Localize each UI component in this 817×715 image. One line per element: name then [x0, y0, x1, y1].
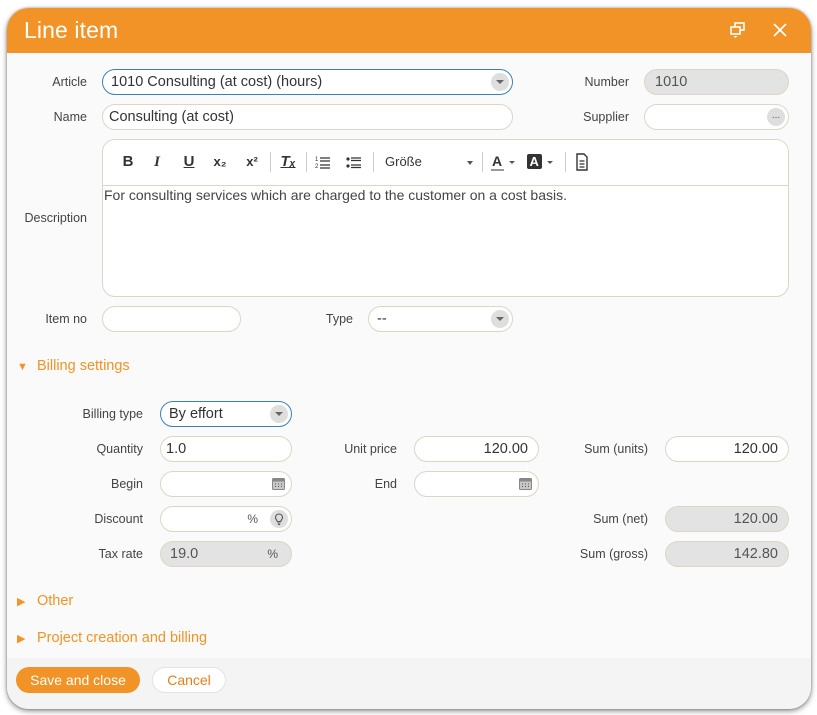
type-select[interactable]: -- [368, 306, 513, 332]
calendar-icon[interactable] [519, 478, 532, 490]
description-editor[interactable]: B I U x₂ x² Tₓ 1 2 Größe A A For consult… [102, 139, 789, 297]
billing-settings-toggle[interactable]: ▼ Billing settings [17, 358, 130, 374]
font-size-label: Größe [385, 154, 422, 169]
sum-units-input[interactable]: 120.00 [665, 436, 789, 462]
discount-label: Discount [94, 512, 143, 526]
unit-price-input[interactable]: 120.00 [414, 436, 539, 462]
font-size-select[interactable]: Größe [385, 152, 473, 172]
chevron-down-icon [467, 161, 473, 165]
article-select[interactable]: 1010 Consulting (at cost) (hours) [102, 69, 513, 95]
description-label: Description [24, 211, 87, 225]
svg-text:1: 1 [315, 157, 319, 163]
editor-toolbar: B I U x₂ x² Tₓ 1 2 Größe A A [103, 140, 788, 186]
description-text[interactable]: For consulting services which are charge… [103, 187, 568, 203]
caret-right-icon: ▶ [17, 596, 26, 608]
sum-net-label: Sum (net) [593, 512, 648, 526]
billing-type-select[interactable]: By effort [160, 401, 292, 427]
article-value: 1010 Consulting (at cost) (hours) [111, 74, 323, 90]
quantity-value: 1.0 [166, 441, 187, 457]
toolbar-separator [565, 152, 566, 172]
line-item-dialog: Line item Article 1010 Consulting (at co… [7, 8, 811, 709]
tax-rate-field: 19.0 % [160, 541, 292, 567]
numbered-list-icon[interactable]: 1 2 [315, 152, 331, 172]
bullet-list-icon[interactable] [346, 152, 362, 172]
cancel-button[interactable]: Cancel [152, 667, 226, 693]
save-and-close-button[interactable]: Save and close [16, 667, 140, 693]
discount-unit: % [247, 512, 258, 526]
toolbar-separator [306, 152, 307, 172]
billing-type-value: By effort [169, 406, 223, 422]
sum-net-field: 120.00 [665, 506, 789, 532]
chevron-down-icon[interactable] [270, 405, 288, 423]
billing-type-label: Billing type [82, 407, 143, 421]
svg-text:2: 2 [315, 164, 319, 170]
item-no-label: Item no [45, 312, 87, 326]
name-input[interactable]: Consulting (at cost) [102, 104, 513, 130]
billing-settings-label: Billing settings [37, 358, 130, 374]
superscript-button[interactable]: x² [242, 152, 262, 172]
toolbar-separator [482, 152, 483, 172]
discount-input[interactable]: % [160, 506, 292, 532]
unit-price-value: 120.00 [483, 441, 528, 457]
other-label: Other [37, 593, 74, 609]
project-creation-label: Project creation and billing [37, 630, 208, 646]
item-no-input[interactable] [102, 306, 241, 332]
unit-price-label: Unit price [344, 442, 397, 456]
end-date-input[interactable] [414, 471, 539, 497]
begin-date-input[interactable] [160, 471, 292, 497]
restore-window-icon[interactable] [728, 20, 748, 40]
name-label: Name [53, 110, 87, 124]
name-value: Consulting (at cost) [109, 109, 234, 125]
lightbulb-icon[interactable] [270, 510, 288, 528]
chevron-down-icon[interactable] [491, 73, 509, 91]
svg-text:A: A [492, 153, 502, 169]
dialog-titlebar: Line item [7, 8, 811, 53]
quantity-label: Quantity [96, 442, 143, 456]
close-icon[interactable] [770, 20, 790, 40]
clear-format-button[interactable]: Tₓ [278, 152, 298, 172]
calendar-icon[interactable] [272, 478, 285, 490]
supplier-label: Supplier [583, 110, 629, 124]
background-color-icon[interactable]: A [527, 152, 557, 172]
dialog-footer: Save and close Cancel [7, 658, 811, 709]
more-options-icon[interactable]: ... [767, 108, 785, 126]
quantity-input[interactable]: 1.0 [160, 436, 292, 462]
chevron-down-icon[interactable] [491, 310, 509, 328]
sum-units-value: 120.00 [733, 441, 778, 457]
begin-label: Begin [111, 477, 143, 491]
underline-button[interactable]: U [182, 152, 196, 172]
sum-gross-field: 142.80 [665, 541, 789, 567]
italic-button[interactable]: I [150, 152, 164, 172]
number-field: 1010 [644, 69, 789, 95]
number-label: Number [584, 75, 629, 89]
type-value: -- [377, 311, 387, 327]
tax-rate-value: 19.0 [170, 546, 199, 562]
dialog-title: Line item [24, 17, 119, 43]
article-label: Article [52, 75, 87, 89]
caret-down-icon: ▼ [17, 361, 28, 373]
source-document-icon[interactable] [575, 152, 589, 172]
subscript-button[interactable]: x₂ [210, 152, 230, 172]
text-color-icon[interactable]: A [491, 152, 519, 172]
sum-units-label: Sum (units) [584, 442, 648, 456]
toolbar-separator [270, 152, 271, 172]
project-creation-toggle[interactable]: ▶ Project creation and billing [17, 630, 207, 646]
number-value: 1010 [655, 74, 688, 90]
tax-rate-label: Tax rate [98, 547, 143, 561]
bold-button[interactable]: B [121, 152, 135, 172]
sum-gross-value: 142.80 [733, 546, 778, 562]
other-toggle[interactable]: ▶ Other [17, 593, 73, 609]
toolbar-separator [373, 152, 374, 172]
end-label: End [374, 477, 397, 491]
caret-right-icon: ▶ [17, 633, 26, 645]
type-label: Type [325, 312, 353, 326]
sum-net-value: 120.00 [733, 511, 778, 527]
supplier-input[interactable]: ... [644, 104, 789, 130]
tax-rate-unit: % [267, 547, 278, 561]
svg-text:A: A [530, 154, 540, 169]
sum-gross-label: Sum (gross) [579, 547, 648, 561]
